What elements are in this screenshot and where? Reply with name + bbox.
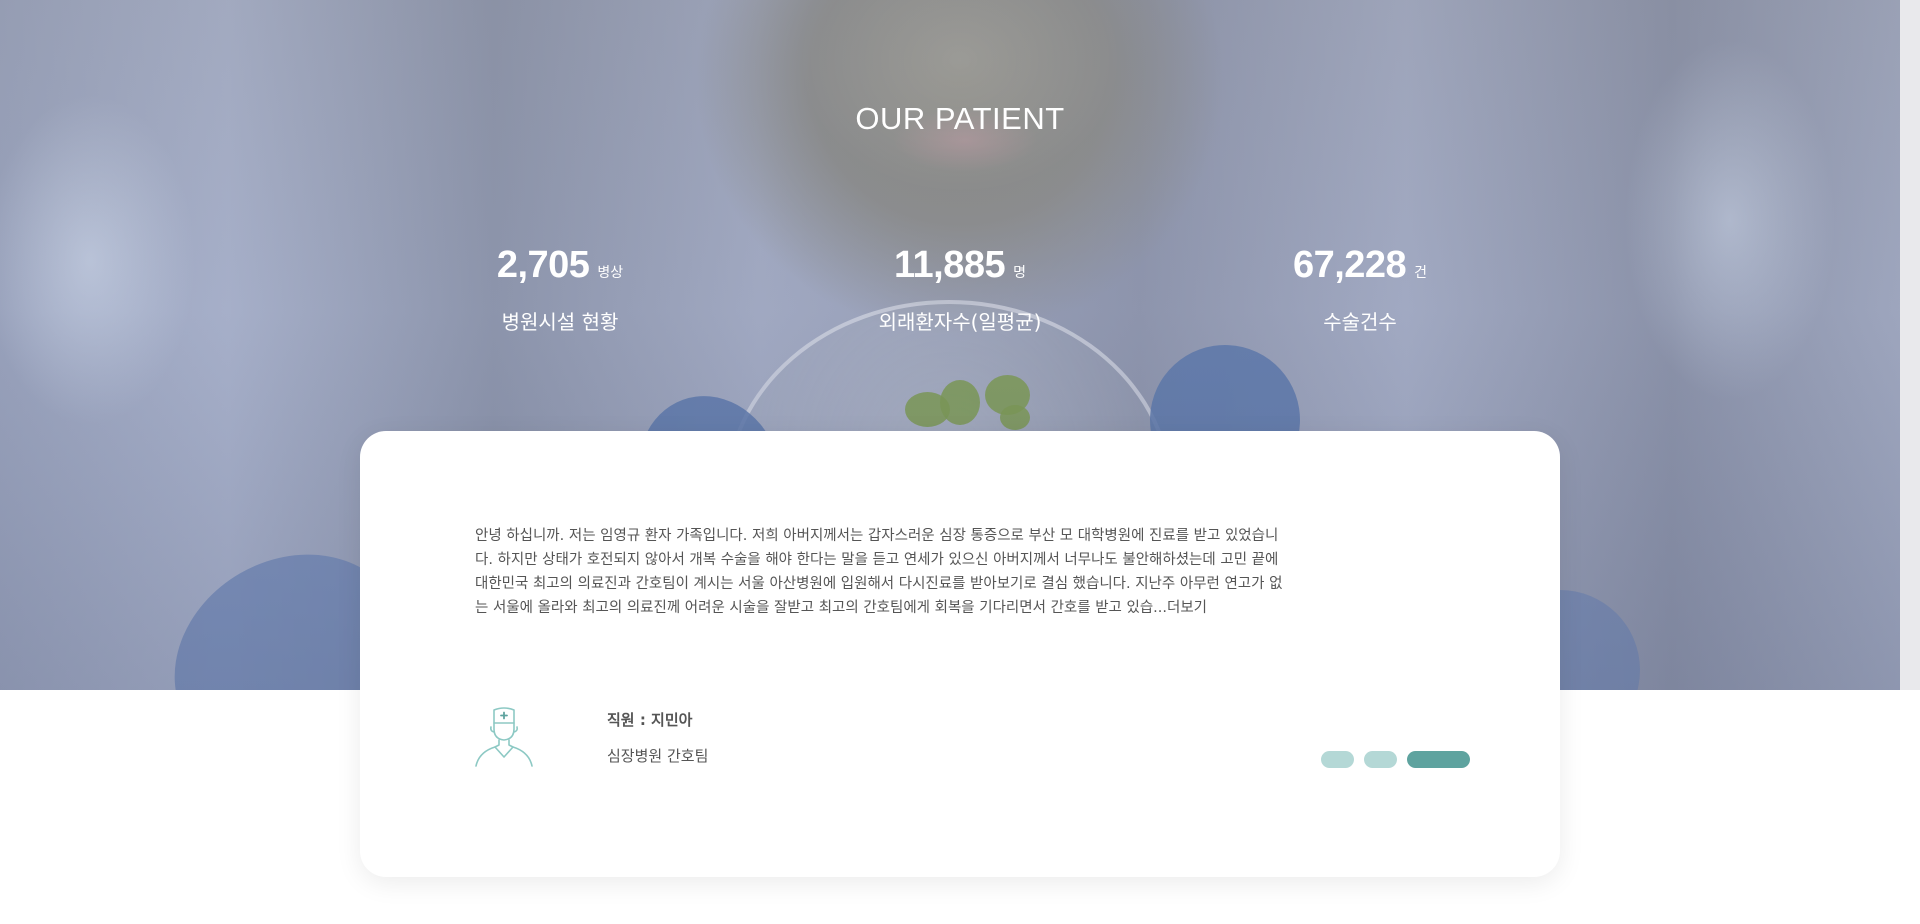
testimonial-text: 안녕 하십니까. 저는 임영규 환자 가족입니다. 저희 아버지께서는 갑자스러… [475, 524, 1285, 620]
testimonial-body: 안녕 하십니까. 저는 임영규 환자 가족입니다. 저희 아버지께서는 갑자스러… [475, 527, 1283, 616]
stat-unit: 병상 [597, 265, 624, 281]
stat-value: 2,705 [496, 244, 590, 286]
author-team: 심장병원 간호팀 [607, 747, 709, 765]
stat-label: 외래환자수(일평균) [878, 310, 1042, 334]
stat-beds: 2,705 병상 병원시설 현황 [410, 244, 710, 335]
pagination-dot-2[interactable] [1364, 751, 1397, 768]
testimonial-card: 안녕 하십니까. 저는 임영규 환자 가족입니다. 저희 아버지께서는 갑자스러… [360, 431, 1560, 877]
read-more-link[interactable]: 더보기 [1167, 600, 1207, 616]
pagination-dot-3-active[interactable] [1407, 751, 1470, 768]
stat-unit: 명 [1013, 265, 1027, 281]
stat-unit: 건 [1414, 265, 1428, 281]
stat-label: 병원시설 현황 [501, 310, 619, 334]
author-name: 직원 : 지민아 [607, 711, 693, 729]
stat-value: 11,885 [893, 244, 1006, 286]
stat-label: 수술건수 [1323, 310, 1397, 334]
section-title: OUR PATIENT [855, 101, 1065, 136]
nurse-icon [475, 707, 533, 767]
stat-value: 67,228 [1292, 244, 1407, 286]
stat-surgeries: 67,228 건 수술건수 [1210, 244, 1510, 335]
stat-outpatients: 11,885 명 외래환자수(일평균) [810, 244, 1110, 335]
pagination-dot-1[interactable] [1321, 751, 1354, 768]
